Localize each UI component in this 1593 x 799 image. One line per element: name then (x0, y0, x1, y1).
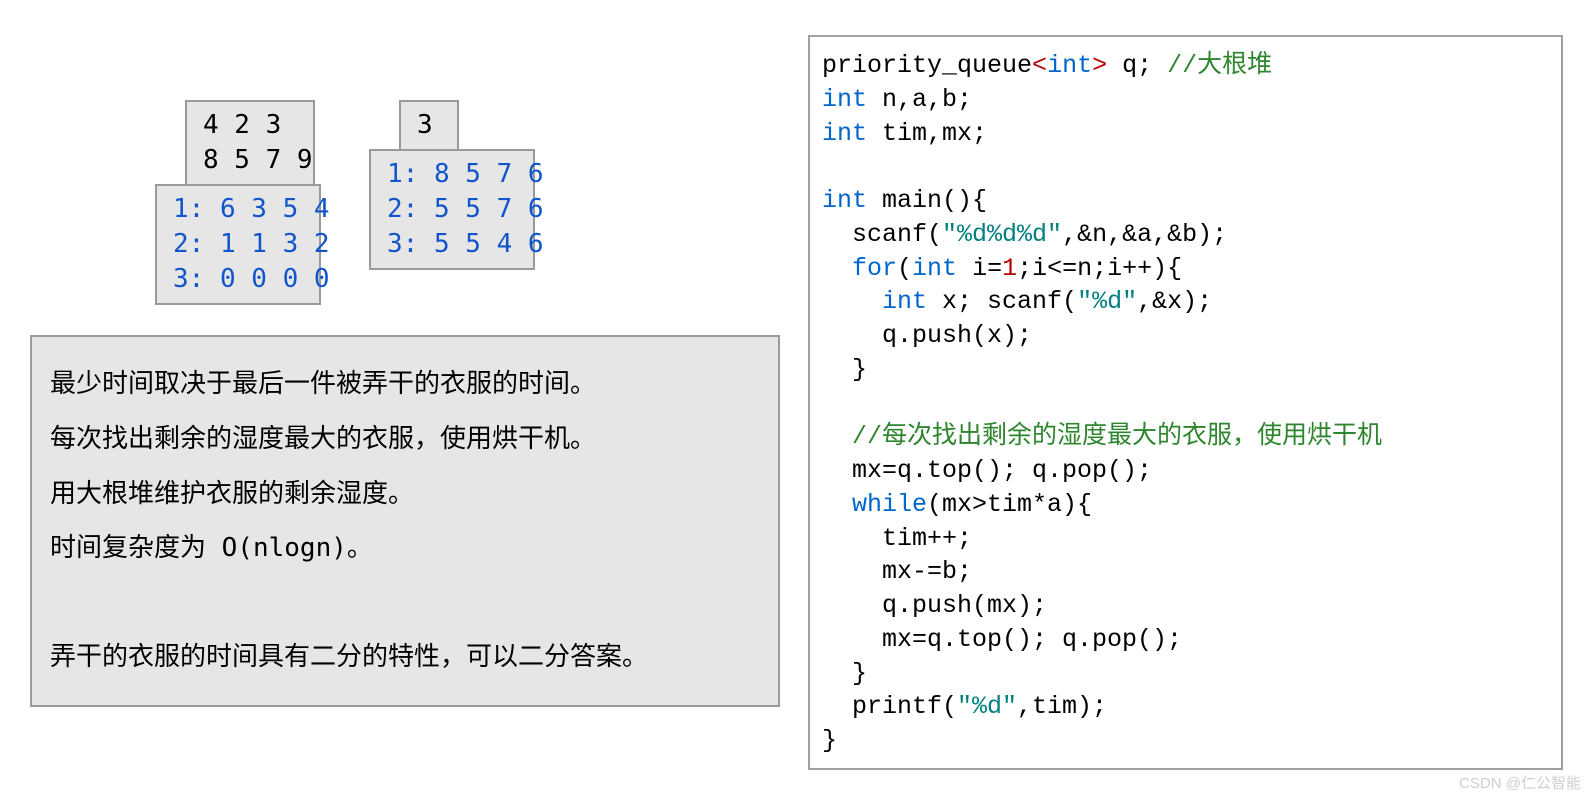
code-line-16: mx-=b; (822, 557, 972, 586)
code-line-18: mx=q.top(); q.pop(); (822, 625, 1182, 654)
code-line-1: priority_queue<int> q; //大根堆 (822, 51, 1272, 80)
tables-row: 4 2 3 8 5 7 9 1: 6 3 5 4 2: 1 1 3 2 3: 0… (155, 100, 780, 305)
explain-line-blank (50, 576, 760, 631)
code-line-2: int n,a,b; (822, 85, 972, 114)
code-line-14: while(mx>tim*a){ (822, 490, 1092, 519)
steps-sample-1: 1: 6 3 5 4 2: 1 1 3 2 3: 0 0 0 0 (155, 184, 321, 305)
code-line-3: int tim,mx; (822, 119, 987, 148)
code-panel: priority_queue<int> q; //大根堆 int n,a,b; … (808, 35, 1563, 770)
table-spacer (321, 100, 369, 305)
left-column: 4 2 3 8 5 7 9 1: 6 3 5 4 2: 1 1 3 2 3: 0… (30, 100, 780, 707)
code-line-6: scanf("%d%d%d",&n,&a,&b); (822, 220, 1227, 249)
code-line-9: q.push(x); (822, 321, 1032, 350)
steps-sample-2: 1: 8 5 7 6 2: 5 5 7 6 3: 5 5 4 6 (369, 149, 535, 270)
code-line-19: } (822, 659, 867, 688)
code-line-10: } (822, 355, 867, 384)
explain-line-1: 最少时间取决于最后一件被弄干的衣服的时间。 (50, 357, 760, 412)
watermark: CSDN @仁公智能 (1459, 772, 1581, 793)
table-group-1: 4 2 3 8 5 7 9 1: 6 3 5 4 2: 1 1 3 2 3: 0… (155, 100, 321, 305)
code-line-17: q.push(mx); (822, 591, 1047, 620)
code-line-8: int x; scanf("%d",&x); (822, 287, 1212, 316)
explanation-box: 最少时间取决于最后一件被弄干的衣服的时间。 每次找出剩余的湿度最大的衣服，使用烘… (30, 335, 780, 707)
explain-line-3: 用大根堆维护衣服的剩余湿度。 (50, 467, 760, 522)
input-sample-1: 4 2 3 8 5 7 9 (185, 100, 315, 184)
table-group-2: 3 1: 8 5 7 6 2: 5 5 7 6 3: 5 5 4 6 (369, 100, 535, 305)
explain-line-5: 弄干的衣服的时间具有二分的特性，可以二分答案。 (50, 630, 760, 685)
code-line-5: int main(){ (822, 186, 987, 215)
input-sample-2: 3 (399, 100, 459, 149)
code-line-20: printf("%d",tim); (822, 692, 1107, 721)
code-line-13: mx=q.top(); q.pop(); (822, 456, 1152, 485)
code-line-7: for(int i=1;i<=n;i++){ (822, 254, 1182, 283)
explain-line-2: 每次找出剩余的湿度最大的衣服，使用烘干机。 (50, 412, 760, 467)
code-line-15: tim++; (822, 524, 972, 553)
explain-line-4: 时间复杂度为 O(nlogn)。 (50, 521, 760, 576)
code-line-12: //每次找出剩余的湿度最大的衣服，使用烘干机 (822, 422, 1382, 451)
code-line-21: } (822, 726, 837, 755)
